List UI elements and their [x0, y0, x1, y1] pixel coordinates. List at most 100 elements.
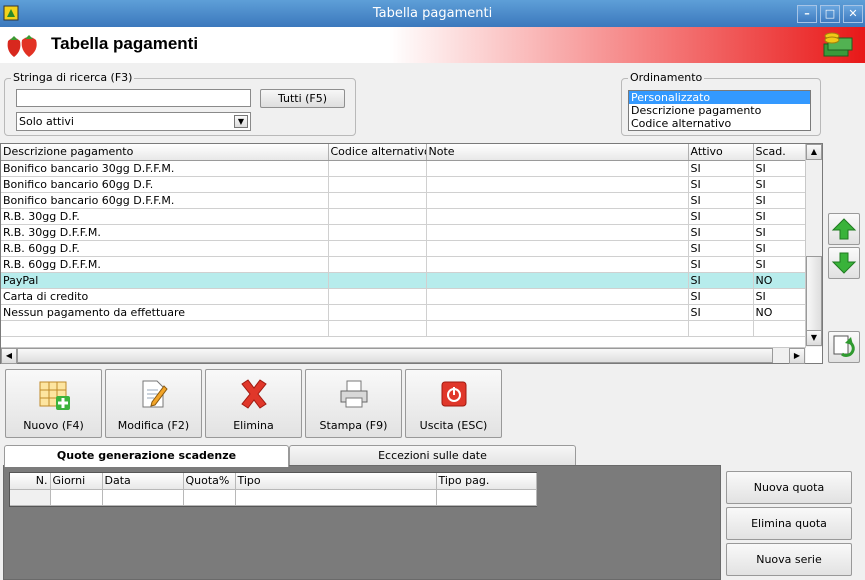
table-row[interactable]: R.B. 30gg D.F.F.M. SI SI	[1, 224, 807, 241]
table-cell: SI	[753, 256, 807, 273]
edit-button-label: Modifica (F2)	[117, 419, 190, 432]
vertical-scrollbar[interactable]: ▲ ▼	[805, 144, 822, 347]
search-input[interactable]	[16, 89, 251, 107]
new-button[interactable]: Nuovo (F4)	[5, 369, 102, 438]
table-cell: SI	[688, 224, 754, 241]
table-cell: SI	[688, 176, 754, 193]
search-group-label: Stringa di ricerca (F3)	[11, 71, 135, 84]
delete-button-label: Elimina	[233, 419, 274, 432]
table-row[interactable]: R.B. 30gg D.F. SI SI	[1, 208, 807, 225]
table-cell: SI	[688, 208, 754, 225]
ordering-option[interactable]: Codice alternativo	[629, 117, 810, 130]
tab-eccezioni-date[interactable]: Eccezioni sulle date	[289, 445, 576, 466]
print-button-label: Stampa (F9)	[319, 419, 388, 432]
scroll-left-icon[interactable]: ◀	[1, 348, 17, 364]
all-button[interactable]: Tutti (F5)	[260, 89, 345, 108]
table-cell: SI	[688, 272, 754, 289]
table-cell: SI	[753, 224, 807, 241]
table-cell: PayPal	[1, 272, 329, 289]
column-header[interactable]: Quota%	[183, 473, 236, 490]
delete-button[interactable]: Elimina	[205, 369, 302, 438]
tab-quote-generazione[interactable]: Quote generazione scadenze	[4, 445, 289, 467]
table-cell: SI	[688, 288, 754, 305]
filter-select-value: Solo attivi	[19, 115, 74, 128]
column-header[interactable]: Scad.	[753, 144, 807, 161]
table-cell: Bonifico bancario 30gg D.F.F.M.	[1, 160, 329, 177]
ordering-list[interactable]: Personalizzato Descrizione pagamento Cod…	[628, 90, 811, 131]
ordering-group-label: Ordinamento	[628, 71, 705, 84]
scrollbar-thumb[interactable]	[17, 348, 773, 363]
table-row[interactable]: R.B. 60gg D.F.F.M. SI SI	[1, 256, 807, 273]
scroll-right-icon[interactable]: ▶	[789, 348, 805, 364]
exit-button[interactable]: Uscita (ESC)	[405, 369, 502, 438]
table-header-row: N. Giorni Data Quota% Tipo Tipo pag.	[10, 473, 537, 490]
table-row[interactable]	[10, 489, 537, 506]
refresh-icon	[833, 335, 855, 357]
ordering-option[interactable]: Personalizzato	[629, 91, 810, 104]
column-header[interactable]: Attivo	[688, 144, 754, 161]
table-cell: NO	[753, 304, 807, 321]
table-cell: Nessun pagamento da effettuare	[1, 304, 329, 321]
new-quota-button[interactable]: Nuova quota	[726, 471, 852, 504]
quote-table: N. Giorni Data Quota% Tipo Tipo pag.	[9, 472, 537, 507]
table-cell	[426, 304, 689, 321]
quote-grid-area: N. Giorni Data Quota% Tipo Tipo pag.	[3, 465, 721, 580]
table-cell: SI	[753, 208, 807, 225]
filter-select[interactable]: Solo attivi ▼	[16, 112, 251, 131]
table-cell	[426, 224, 689, 241]
table-row[interactable]: R.B. 60gg D.F. SI SI	[1, 240, 807, 257]
edit-button[interactable]: Modifica (F2)	[105, 369, 202, 438]
table-cell: SI	[688, 304, 754, 321]
move-up-button[interactable]	[828, 213, 860, 245]
arrow-up-icon	[831, 218, 857, 240]
arrow-down-icon	[831, 252, 857, 274]
minimize-button[interactable]: –	[797, 5, 817, 23]
table-header-row: Descrizione pagamento Codice alternativo…	[1, 144, 807, 161]
horizontal-scrollbar[interactable]: ◀ ▶	[1, 347, 806, 364]
scrollbar-thumb[interactable]	[806, 256, 822, 331]
table-row[interactable]: Carta di credito SI SI	[1, 288, 807, 305]
table-cell: SI	[688, 160, 754, 177]
column-header[interactable]: Giorni	[50, 473, 103, 490]
add-grid-icon	[39, 381, 70, 410]
table-cell	[426, 272, 689, 289]
ordering-option[interactable]: Descrizione pagamento	[629, 104, 810, 117]
chevron-down-icon[interactable]: ▼	[234, 115, 248, 128]
scroll-down-icon[interactable]: ▼	[806, 330, 822, 346]
table-cell	[426, 208, 689, 225]
column-header[interactable]: Data	[102, 473, 184, 490]
table-row[interactable]	[1, 320, 807, 337]
move-down-button[interactable]	[828, 247, 860, 279]
column-header[interactable]: Codice alternativo	[328, 144, 427, 161]
strawberry-icon	[7, 35, 37, 57]
print-button[interactable]: Stampa (F9)	[305, 369, 402, 438]
table-cell	[328, 288, 427, 305]
column-header[interactable]: Tipo	[235, 473, 437, 490]
table-cell	[328, 272, 427, 289]
column-header[interactable]: Tipo pag.	[436, 473, 537, 490]
delete-quota-button[interactable]: Elimina quota	[726, 507, 852, 540]
table-cell: R.B. 30gg D.F.	[1, 208, 329, 225]
table-cell: SI	[753, 240, 807, 257]
money-icon	[823, 32, 853, 57]
column-header[interactable]: N.	[10, 473, 51, 490]
table-cell: SI	[753, 176, 807, 193]
column-header[interactable]: Descrizione pagamento	[1, 144, 329, 161]
column-header[interactable]: Note	[426, 144, 689, 161]
refresh-button[interactable]	[828, 331, 860, 363]
table-row[interactable]: Bonifico bancario 30gg D.F.F.M. SI SI	[1, 160, 807, 177]
header-banner: Tabella pagamenti	[0, 27, 865, 63]
scroll-up-icon[interactable]: ▲	[806, 144, 822, 160]
window-title-bar[interactable]: Tabella pagamenti – □ ✕	[0, 0, 865, 27]
table-row[interactable]: Bonifico bancario 60gg D.F.F.M. SI SI	[1, 192, 807, 209]
close-button[interactable]: ✕	[843, 5, 863, 23]
printer-icon	[340, 380, 368, 408]
maximize-button[interactable]: □	[820, 5, 840, 23]
table-cell	[426, 240, 689, 257]
table-row[interactable]: PayPal SI NO	[1, 272, 807, 289]
table-row[interactable]: Nessun pagamento da effettuare SI NO	[1, 304, 807, 321]
new-series-button[interactable]: Nuova serie	[726, 543, 852, 576]
table-cell	[426, 192, 689, 209]
table-cell: Carta di credito	[1, 288, 329, 305]
table-row[interactable]: Bonifico bancario 60gg D.F. SI SI	[1, 176, 807, 193]
